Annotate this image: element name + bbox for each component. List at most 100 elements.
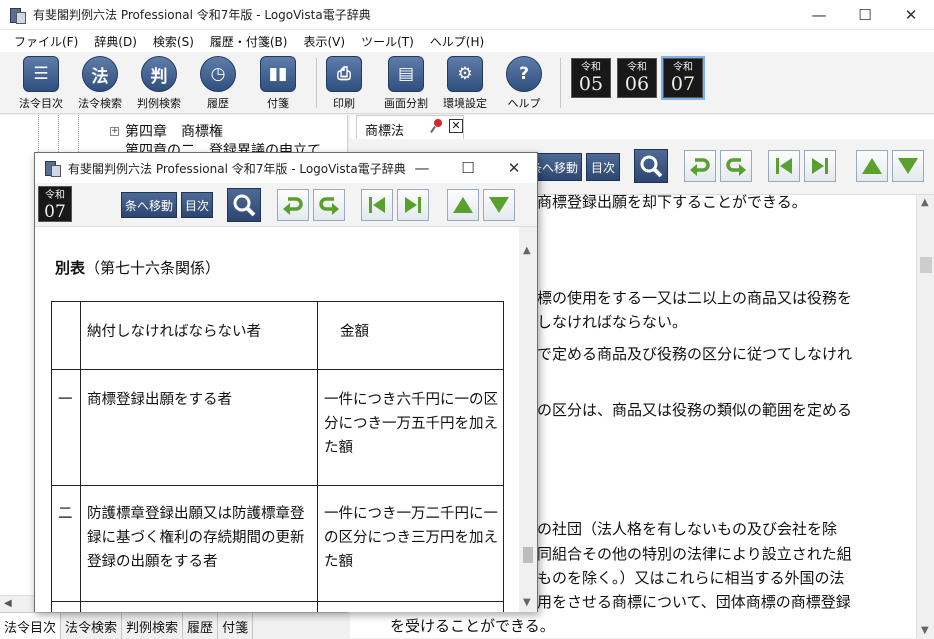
- popup-search-button[interactable]: [227, 188, 261, 222]
- scrollbar-thumb[interactable]: [523, 547, 533, 563]
- popup-toc-button[interactable]: 目次: [181, 192, 213, 218]
- scroll-up-icon[interactable]: ▲: [921, 197, 929, 208]
- popup-era-r07-button[interactable]: 令和 07: [38, 186, 72, 222]
- tab-history[interactable]: 履歴: [183, 613, 219, 639]
- toc-button[interactable]: 目次: [586, 153, 620, 181]
- popup-minimize-button[interactable]: —: [399, 153, 445, 183]
- popup-back-button[interactable]: [277, 189, 309, 221]
- pin-icon[interactable]: [431, 119, 443, 133]
- popup-toolbar: 令和 07 条へ移動 目次: [35, 183, 537, 227]
- menu-help[interactable]: ヘルプ(H): [422, 33, 492, 50]
- table-header-payer: 納付しなければならない者: [80, 301, 318, 370]
- popup-next-article-button[interactable]: [397, 189, 429, 221]
- help-button[interactable]: ? ヘルプ: [494, 54, 554, 112]
- search-icon: [233, 194, 256, 217]
- doc-text-line: 他の社団（法人格を有しないもの及び会社を除: [522, 520, 838, 538]
- split-view-button[interactable]: ▤ 画面分割: [376, 54, 436, 112]
- table-cell: [80, 601, 318, 612]
- table-row: 一 商標登録出願をする者 一件につき六千円に一の区分につき一万五千円を加えた額: [51, 369, 504, 486]
- doc-text-line: 令で定める商品及び役務の区分に従つてしなけれ: [522, 345, 853, 363]
- settings-button[interactable]: ⚙ 環境設定: [435, 54, 495, 112]
- back-button[interactable]: [684, 150, 716, 182]
- popup-scroll-up-button[interactable]: [447, 189, 479, 221]
- case-search-button[interactable]: 判 判例検索: [129, 54, 189, 112]
- document-scrollbar[interactable]: ▲ ▼: [916, 195, 934, 638]
- era-r05-button[interactable]: 令和 05: [571, 58, 611, 98]
- case-search-icon: 判: [141, 56, 177, 92]
- popup-maximize-button[interactable]: ☐: [445, 153, 491, 183]
- scroll-down-button[interactable]: [892, 150, 924, 182]
- scroll-down-icon[interactable]: ▼: [921, 625, 929, 636]
- doc-text-line: 務の区分は、商品又は役務の類似の範囲を定める: [522, 401, 853, 419]
- menu-search[interactable]: 検索(S): [145, 33, 202, 50]
- scroll-up-button[interactable]: [856, 150, 888, 182]
- list-icon: ☰: [23, 56, 59, 92]
- menu-tools[interactable]: ツール(T): [353, 33, 422, 50]
- tab-bookmarks[interactable]: 付箋: [218, 613, 254, 639]
- doc-text-line: 使用をさせる商標について、団体商標の商標登録: [522, 593, 851, 611]
- table-cell: [51, 601, 81, 612]
- main-toolbar: ☰ 法令目次 法 法令検索 判 判例検索 ◷ 履歴 ▮▮ 付箋 ⎙ 印刷 ▤ 画…: [0, 52, 934, 114]
- table-cell-number: 一: [51, 369, 81, 486]
- doc-text-line: こしなければならない。: [522, 313, 688, 331]
- maximize-button[interactable]: ☐: [842, 0, 888, 30]
- popup-scrollbar[interactable]: ▲ ▼: [519, 227, 537, 612]
- doc-text-line: 商標の使用をする一又は二以上の商品又は役務を: [522, 289, 853, 307]
- prev-article-button[interactable]: [768, 150, 800, 182]
- skip-back-icon: [369, 197, 385, 213]
- table-cell-payer: 防護標章登録出願又は防護標章登録に基づく権利の存続期間の更新登録の出願をする者: [80, 485, 318, 602]
- tree-expand-icon[interactable]: +: [110, 127, 119, 136]
- popup-forward-button[interactable]: [313, 189, 345, 221]
- popup-content: 別表（第七十六条関係） 納付しなければならない者 金額 一 商標登録出願をする者…: [35, 227, 519, 612]
- forward-button[interactable]: [720, 150, 752, 182]
- print-button[interactable]: ⎙ 印刷: [314, 54, 374, 112]
- tree-item-chapter4[interactable]: 第四章 商標権: [125, 121, 223, 141]
- printer-icon: ⎙: [326, 56, 362, 92]
- popup-prev-article-button[interactable]: [361, 189, 393, 221]
- triangle-up-icon: [862, 158, 882, 174]
- fee-table: 納付しなければならない者 金額 一 商標登録出願をする者 一件につき六千円に一の…: [51, 301, 504, 612]
- doc-text-line: 該商標登録出願を却下することができる。: [522, 193, 807, 211]
- minimize-button[interactable]: —: [796, 0, 842, 30]
- table-row: 二 防護標章登録出願又は防護標章登録に基づく権利の存続期間の更新登録の出願をする…: [51, 485, 504, 602]
- menu-file[interactable]: ファイル(F): [6, 33, 86, 50]
- menu-view[interactable]: 表示(V): [295, 33, 353, 50]
- table-cell: [51, 301, 81, 370]
- app-book-icon: [9, 7, 26, 24]
- tab-case-search[interactable]: 判例検索: [122, 613, 184, 639]
- undo-arrow-icon: [283, 197, 303, 215]
- scrollbar-thumb[interactable]: [920, 257, 932, 273]
- scroll-down-icon[interactable]: ▼: [523, 597, 531, 608]
- bookmark-button[interactable]: ▮▮ 付箋: [248, 54, 308, 112]
- help-icon: ?: [506, 56, 542, 92]
- scroll-up-icon[interactable]: ▲: [523, 245, 531, 256]
- search-icon: [640, 155, 663, 178]
- doc-text-line: を受けることができる。: [390, 617, 555, 635]
- tab-law-toc[interactable]: 法令目次: [0, 613, 62, 639]
- triangle-down-icon: [898, 158, 918, 174]
- law-search-button[interactable]: 法 法令検索: [70, 54, 130, 112]
- popup-scroll-down-button[interactable]: [483, 189, 515, 221]
- next-article-button[interactable]: [804, 150, 836, 182]
- bottom-tabs: 法令目次 法令検索 判例検索 履歴 付箋: [0, 612, 348, 639]
- era-r06-button[interactable]: 令和 06: [617, 58, 657, 98]
- skip-forward-icon: [405, 197, 421, 213]
- history-button[interactable]: ◷ 履歴: [188, 54, 248, 112]
- menu-bar: ファイル(F) 辞典(D) 検索(S) 履歴・付箋(B) 表示(V) ツール(T…: [0, 30, 934, 52]
- law-toc-button[interactable]: ☰ 法令目次: [11, 54, 71, 112]
- menu-dictionary[interactable]: 辞典(D): [86, 33, 145, 50]
- popup-window-title: 有斐閣判例六法 Professional 令和7年版 - LogoVista電子…: [68, 161, 406, 176]
- tab-trademark-act[interactable]: 商標法 ✕: [356, 115, 464, 139]
- popup-jump-to-article-button[interactable]: 条へ移動: [121, 192, 177, 218]
- scroll-left-icon[interactable]: ◀: [4, 598, 12, 609]
- table-cell-payer: 商標登録出願をする者: [80, 369, 318, 486]
- popup-close-button[interactable]: ✕: [491, 153, 537, 183]
- search-button[interactable]: [634, 149, 668, 183]
- close-button[interactable]: ✕: [888, 0, 934, 30]
- table-cell-number: 二: [51, 485, 81, 602]
- close-tab-icon[interactable]: ✕: [449, 119, 463, 133]
- tab-law-search[interactable]: 法令検索: [61, 613, 123, 639]
- menu-history-bookmarks[interactable]: 履歴・付箋(B): [202, 33, 296, 50]
- era-r07-button[interactable]: 令和 07: [661, 56, 705, 100]
- toolbar-separator: [560, 58, 561, 108]
